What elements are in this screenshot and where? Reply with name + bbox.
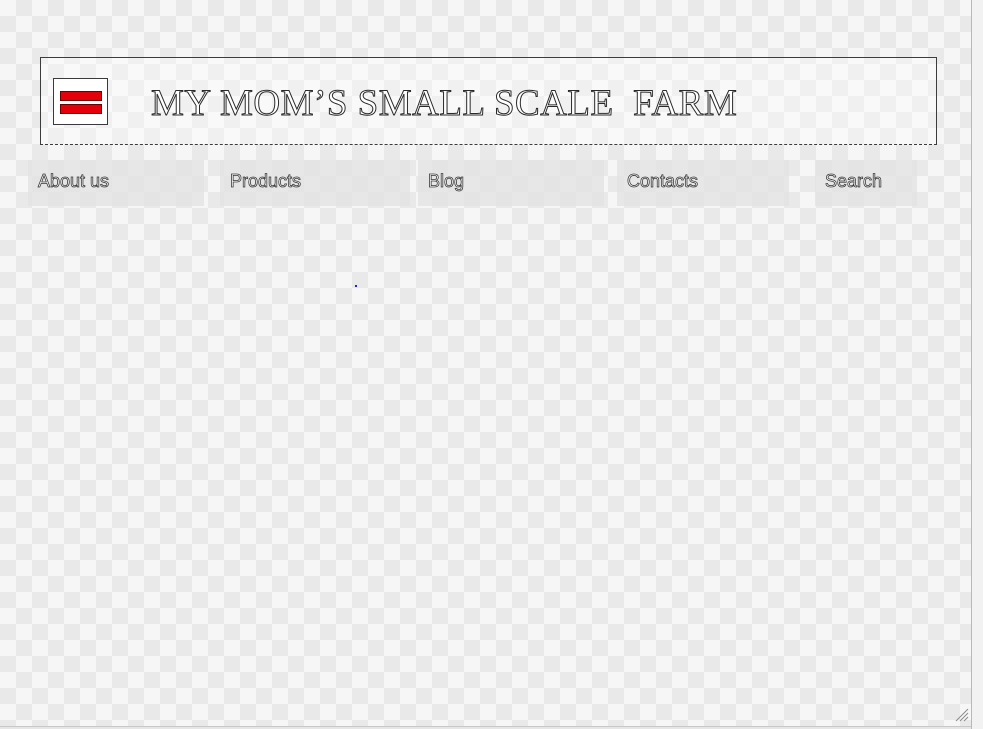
nav-item-label: Blog [428,171,465,192]
stray-pixel-dot [355,285,357,287]
nav-item-contacts[interactable]: Contacts [617,160,789,206]
resize-grip-icon[interactable] [953,706,969,722]
nav-item-label: Search [825,171,883,192]
main-navigation: About us Products Blog Contacts Search [0,160,971,206]
nav-item-blog[interactable]: Blog [418,160,604,206]
hamburger-menu-button[interactable] [53,78,108,125]
nav-item-label: Contacts [627,171,699,192]
window-right-border [971,0,983,729]
nav-item-search[interactable]: Search [815,160,917,206]
nav-item-label: About us [38,171,110,192]
nav-item-about-us[interactable]: About us [28,160,204,206]
site-title: MY MOM’S SMALL SCALE FARM [150,83,738,124]
hamburger-menu-icon-bar-bottom [60,104,102,114]
site-header: MY MOM’S SMALL SCALE FARM [40,57,937,145]
nav-item-label: Products [230,171,302,192]
nav-item-products[interactable]: Products [220,160,410,206]
hamburger-menu-icon-bar-top [60,91,102,101]
